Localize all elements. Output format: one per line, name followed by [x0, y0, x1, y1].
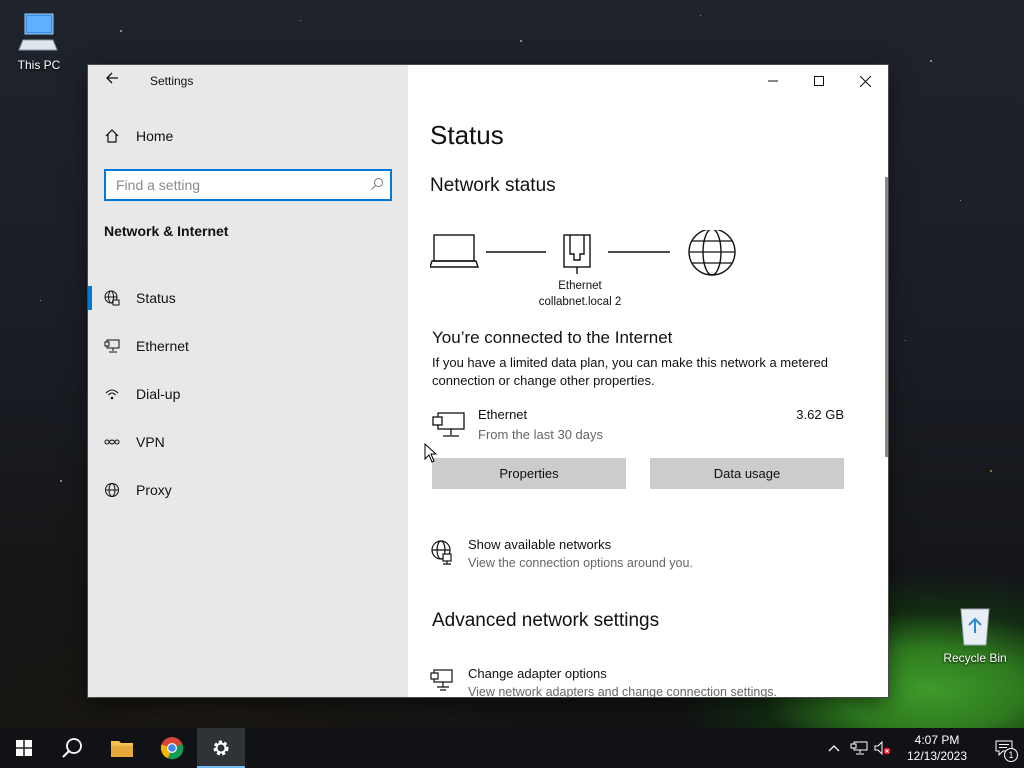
advanced-settings-heading: Advanced network settings: [432, 610, 660, 631]
this-pc-label: This PC: [17, 58, 61, 72]
connected-title: You’re connected to the Internet: [432, 328, 673, 347]
sidebar-item-vpn[interactable]: VPN: [88, 418, 408, 466]
recycle-bin-icon: [960, 608, 990, 646]
ethernet-adapter-icon: [432, 412, 465, 437]
taskbar: 4:07 PM 12/13/2023 1: [0, 728, 1024, 768]
network-tray-icon[interactable]: [850, 741, 868, 755]
clock[interactable]: 4:07 PM 12/13/2023: [898, 732, 976, 764]
adapter-icon: [430, 669, 453, 691]
settings-taskbar-button[interactable]: [197, 728, 245, 768]
diagram-label: Ethernet collabnet.local 2: [500, 278, 660, 310]
sidebar: Settings Home Network & Internet Status …: [88, 65, 408, 697]
show-networks-title: Show available networks: [468, 537, 612, 552]
back-arrow-icon: [106, 72, 118, 84]
chevron-up-icon[interactable]: [828, 744, 840, 752]
clock-time: 4:07 PM: [914, 733, 960, 747]
network-status-heading: Network status: [430, 175, 556, 196]
notification-count-badge: 1: [1004, 748, 1018, 762]
system-tray: 4:07 PM 12/13/2023 1: [828, 728, 1024, 768]
ethernet-usage-value: 3.62 GB: [796, 407, 844, 422]
ethernet-name: Ethernet: [478, 407, 528, 422]
window-controls: [750, 65, 888, 97]
sidebar-item-label: VPN: [136, 434, 165, 450]
ethernet-usage-row: Ethernet From the last 30 days 3.62 GB: [432, 407, 850, 447]
back-button[interactable]: [102, 71, 122, 91]
search-box[interactable]: [104, 169, 392, 201]
connected-description: If you have a limited data plan, you can…: [432, 355, 828, 388]
show-networks-subtitle: View the connection options around you.: [468, 556, 693, 570]
search-taskbar-button[interactable]: [48, 728, 96, 768]
window-title: Settings: [150, 74, 194, 88]
minimize-icon: [768, 80, 778, 82]
data-usage-button[interactable]: Data usage: [650, 458, 844, 489]
diagram-network-name: collabnet.local 2: [538, 296, 622, 308]
minimize-button[interactable]: [750, 65, 796, 97]
start-button[interactable]: [0, 728, 48, 768]
maximize-icon: [814, 76, 824, 86]
home-icon: [105, 129, 119, 143]
file-explorer-button[interactable]: [98, 728, 146, 768]
main-content: Status Network status Ethernet collabnet: [408, 65, 888, 697]
sidebar-item-label: Proxy: [136, 482, 172, 498]
internet-globe-icon: [688, 230, 736, 276]
sidebar-item-label: Ethernet: [136, 338, 189, 354]
close-button[interactable]: [842, 65, 888, 97]
sidebar-item-status[interactable]: Status: [88, 274, 408, 322]
recycle-bin-desktop-icon[interactable]: Recycle Bin: [940, 603, 1010, 665]
sidebar-item-proxy[interactable]: Proxy: [88, 466, 408, 514]
proxy-globe-icon: [104, 482, 120, 498]
settings-gear-icon: [213, 740, 229, 756]
chrome-icon: [160, 737, 184, 760]
chrome-button[interactable]: [148, 728, 196, 768]
home-link[interactable]: Home: [104, 128, 173, 144]
home-label: Home: [136, 128, 174, 144]
page-title: Status: [430, 120, 504, 150]
start-icon: [16, 740, 32, 756]
show-networks-link[interactable]: Show available networks View the connect…: [430, 537, 850, 577]
networks-globe-icon: [431, 540, 452, 565]
sidebar-nav: Status Ethernet Dial-up VPN Proxy: [88, 274, 408, 514]
recycle-bin-label: Recycle Bin: [943, 651, 1007, 665]
maximize-button[interactable]: [796, 65, 842, 97]
laptop-icon: [430, 234, 479, 268]
section-title: Network & Internet: [104, 223, 229, 239]
change-adapter-title: Change adapter options: [468, 666, 607, 681]
search-input[interactable]: [106, 171, 390, 199]
volume-muted-icon[interactable]: [874, 741, 892, 755]
change-adapter-subtitle: View network adapters and change connect…: [468, 685, 777, 697]
scrollbar[interactable]: [885, 177, 888, 457]
settings-window: Settings Home Network & Internet Status …: [88, 65, 888, 697]
sidebar-item-label: Dial-up: [136, 386, 181, 402]
search-icon: [62, 738, 82, 758]
ethernet-port-icon: [563, 234, 591, 274]
vpn-icon: [104, 434, 120, 450]
sidebar-item-label: Status: [136, 290, 176, 306]
notification-button[interactable]: 1: [984, 728, 1024, 768]
this-pc-desktop-icon[interactable]: This PC: [4, 10, 74, 72]
change-adapter-link[interactable]: Change adapter options View network adap…: [430, 666, 850, 697]
dialup-icon: [104, 386, 120, 402]
search-icon: [371, 178, 383, 190]
properties-button[interactable]: Properties: [432, 458, 626, 489]
ethernet-icon: [104, 338, 120, 354]
status-globe-icon: [104, 290, 120, 306]
ethernet-period: From the last 30 days: [478, 427, 603, 442]
computer-icon: [18, 13, 58, 51]
clock-date: 12/13/2023: [906, 749, 968, 763]
sidebar-item-ethernet[interactable]: Ethernet: [88, 322, 408, 370]
file-explorer-icon: [111, 741, 133, 757]
close-icon: [859, 75, 871, 87]
sidebar-item-dialup[interactable]: Dial-up: [88, 370, 408, 418]
diagram-adapter-name: Ethernet: [558, 280, 602, 292]
mouse-cursor-icon: [424, 443, 438, 463]
